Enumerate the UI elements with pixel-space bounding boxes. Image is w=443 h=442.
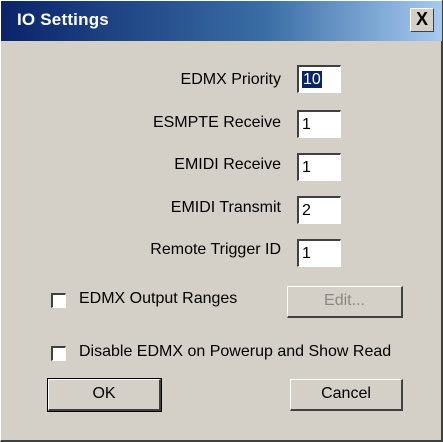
disable-edmx-checkbox[interactable] [51, 346, 66, 361]
edmx-output-ranges-label: EDMX Output Ranges [79, 290, 238, 307]
edmx-priority-value: 10 [302, 71, 322, 88]
emidi-receive-label: EMIDI Receive [174, 156, 281, 173]
remote-trigger-id-field[interactable]: 1 [297, 239, 341, 267]
disable-edmx-label: Disable EDMX on Powerup and Show Read [79, 343, 392, 360]
close-icon[interactable]: X [410, 8, 434, 32]
edit-ranges-button[interactable]: Edit... [287, 286, 403, 318]
ok-button[interactable]: OK [47, 378, 162, 412]
emidi-transmit-label: EMIDI Transmit [170, 199, 281, 216]
cancel-button[interactable]: Cancel [290, 379, 403, 411]
esmpte-receive-field[interactable]: 1 [297, 110, 341, 138]
edmx-priority-label: EDMX Priority [180, 71, 281, 88]
emidi-receive-field[interactable]: 1 [297, 153, 341, 181]
edmx-priority-field[interactable]: 10 [297, 65, 341, 93]
remote-trigger-id-label: Remote Trigger ID [150, 241, 281, 258]
dialog-title: IO Settings [17, 10, 109, 29]
io-settings-dialog: IO Settings X EDMX Priority 10 ESMPTE Re… [0, 0, 443, 442]
esmpte-receive-label: ESMPTE Receive [152, 114, 281, 131]
emidi-transmit-field[interactable]: 2 [297, 196, 341, 224]
title-bar[interactable]: IO Settings X [1, 1, 442, 41]
edmx-output-ranges-checkbox[interactable] [51, 293, 66, 308]
